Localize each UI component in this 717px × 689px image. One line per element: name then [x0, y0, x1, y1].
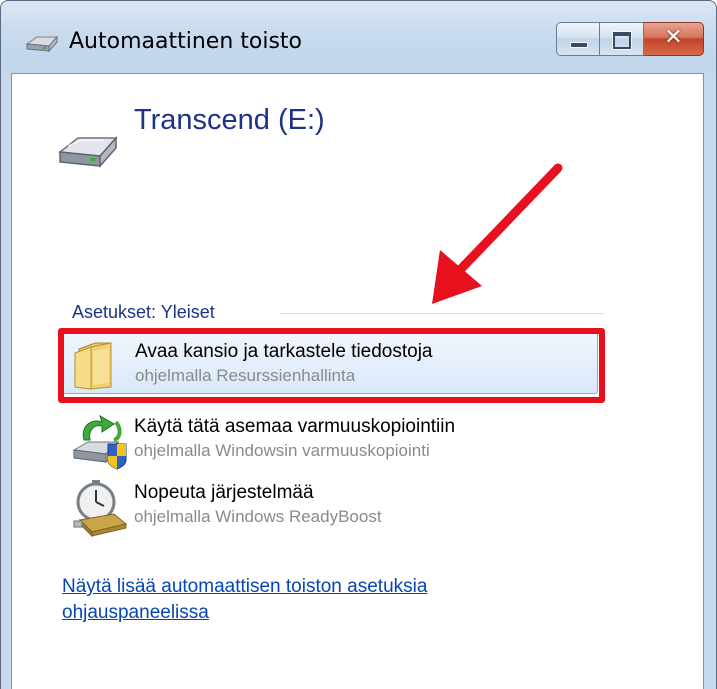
drive-icon: [25, 34, 59, 58]
minimize-button[interactable]: [556, 22, 600, 56]
option-subtitle: ohjelmalla Resurssienhallinta: [135, 366, 356, 385]
option-title: Nopeuta järjestelmää: [134, 482, 314, 503]
option-title: Avaa kansio ja tarkastele tiedostoja: [135, 341, 433, 362]
option-backup[interactable]: Käytä tätä asemaa varmuuskopiointiin ohj…: [62, 408, 598, 470]
maximize-icon: [613, 32, 631, 49]
annotation-arrow-icon: [410, 162, 570, 316]
section-title: Asetukset: Yleiset: [72, 302, 215, 322]
autoplay-window: Automaattinen toisto ✕ Transcend (E:) As…: [0, 0, 717, 689]
folder-icon: [71, 339, 127, 395]
option-subtitle: ohjelmalla Windowsin varmuuskopiointi: [134, 441, 430, 460]
client-area: Transcend (E:) Asetukset: Yleiset Avaa k…: [11, 73, 704, 689]
option-subtitle: ohjelmalla Windows ReadyBoost: [134, 507, 382, 526]
option-readyboost[interactable]: Nopeuta järjestelmää ohjelmalla Windows …: [62, 474, 598, 538]
option-open-folder[interactable]: Avaa kansio ja tarkastele tiedostoja ohj…: [62, 332, 598, 394]
title-bar[interactable]: Automaattinen toisto ✕: [1, 1, 716, 73]
minimize-icon: [570, 42, 588, 48]
backup-icon: [70, 414, 127, 470]
device-name: Transcend (E:): [134, 104, 325, 136]
close-icon: ✕: [664, 25, 683, 50]
maximize-button[interactable]: [600, 22, 644, 56]
close-button[interactable]: ✕: [644, 22, 704, 56]
option-title: Käytä tätä asemaa varmuuskopiointiin: [134, 416, 456, 437]
caption-buttons: ✕: [556, 22, 704, 58]
more-autoplay-settings-link[interactable]: Näytä lisää automaattisen toiston asetuk…: [62, 574, 562, 626]
readyboost-icon: [70, 480, 128, 538]
removable-drive-icon: [56, 130, 120, 178]
window-title: Automaattinen toisto: [69, 29, 302, 54]
